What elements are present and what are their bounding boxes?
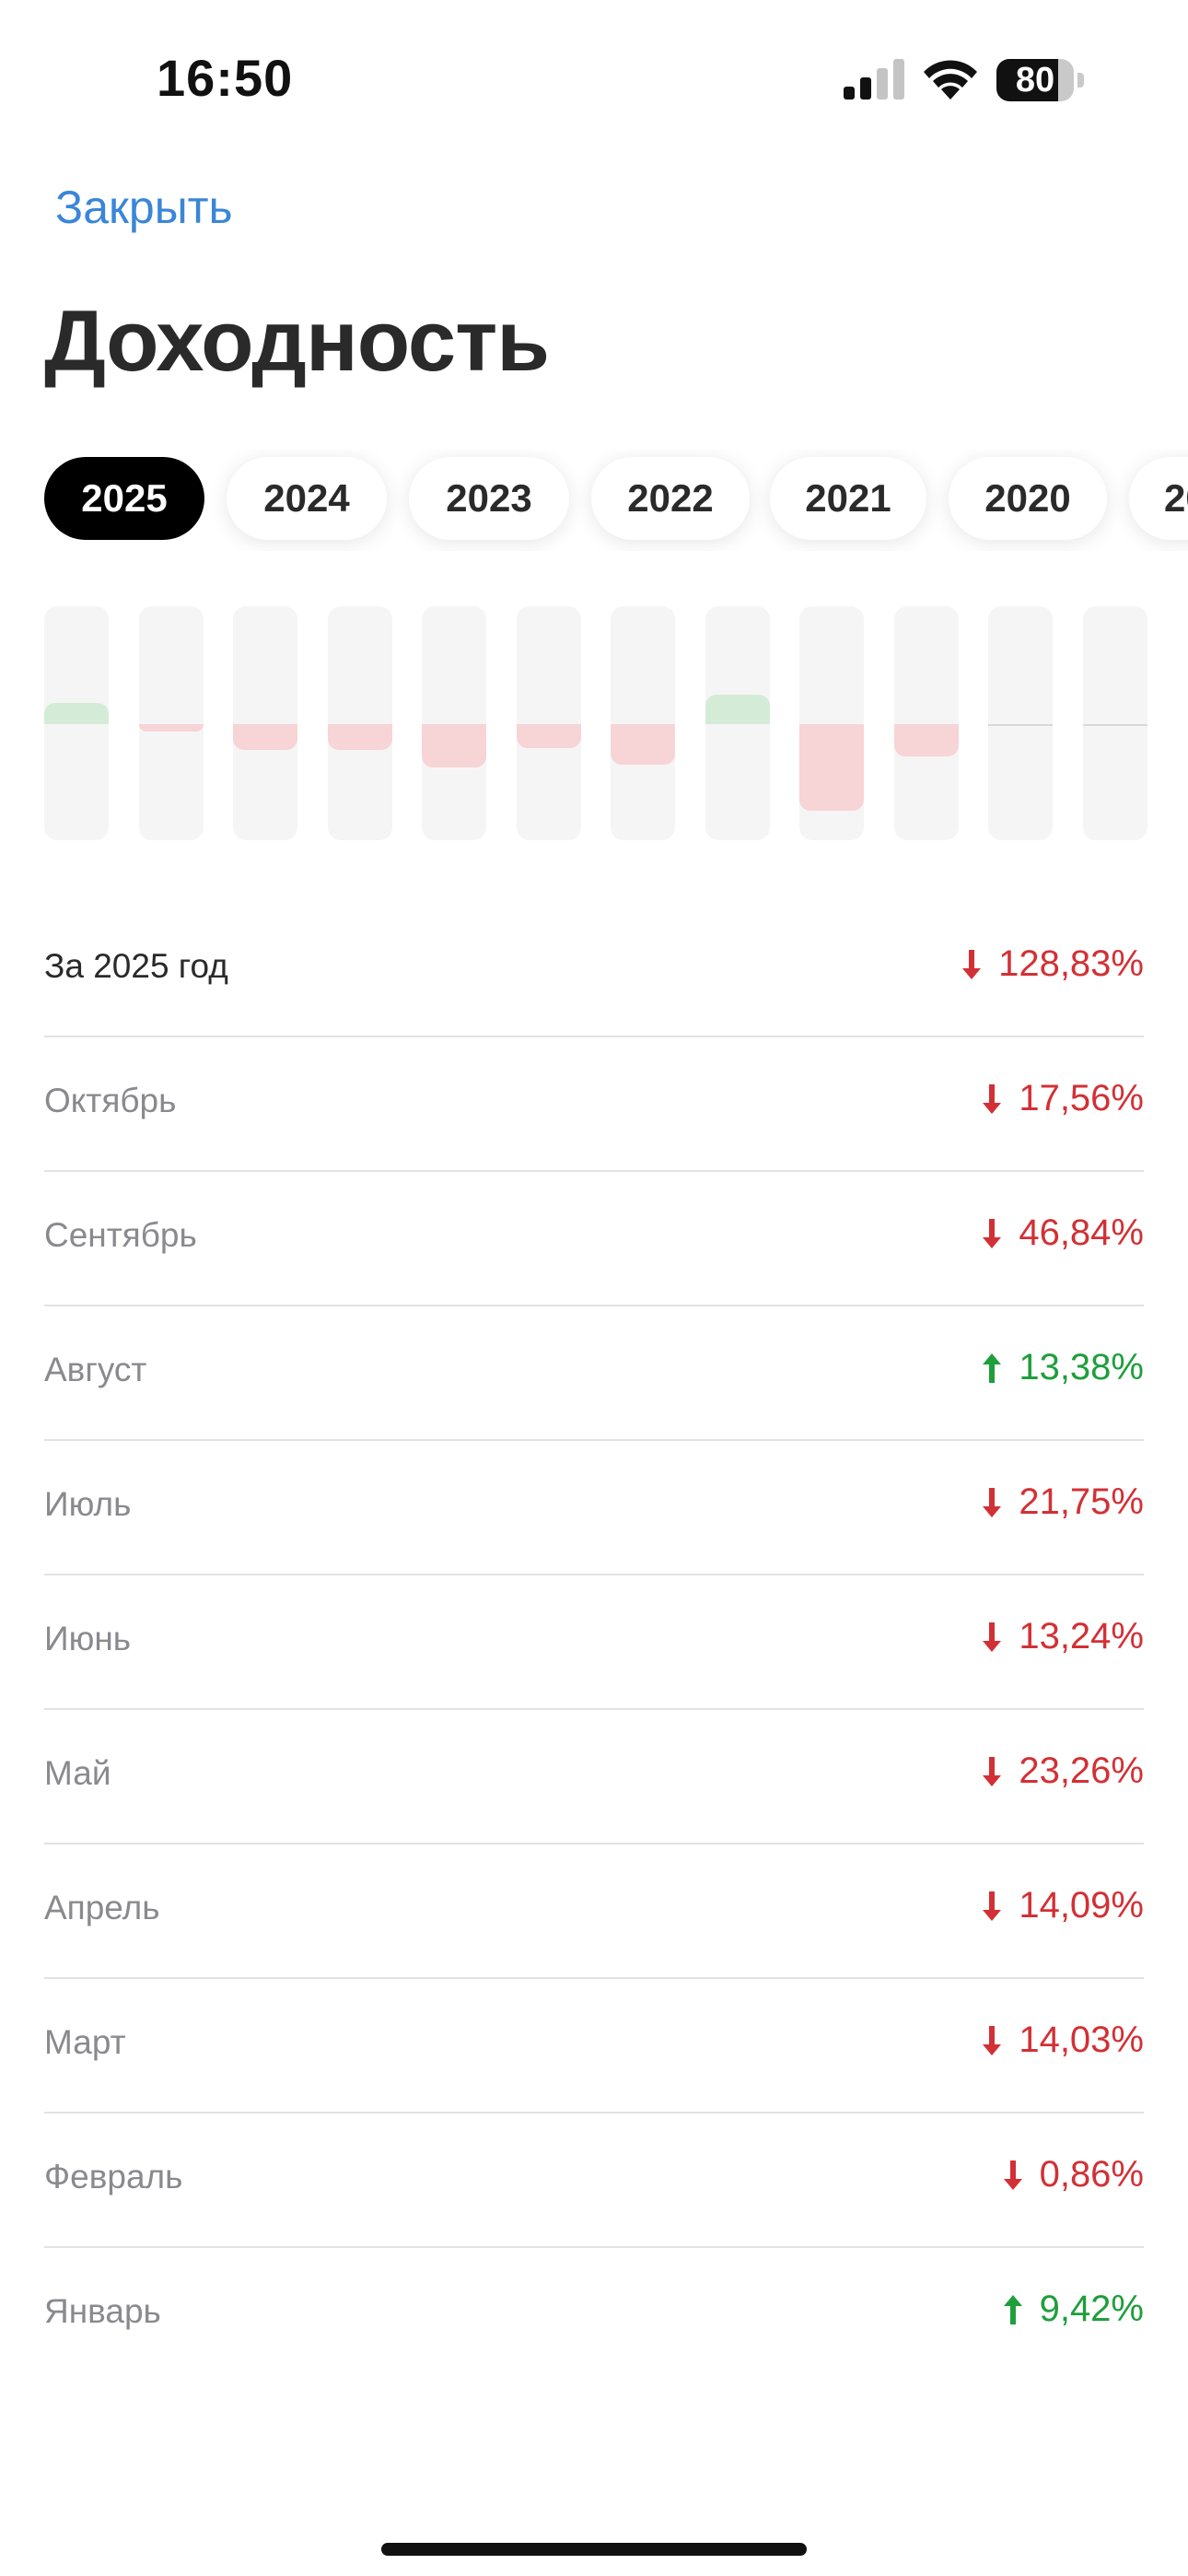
month-row: Апрель 14,09% [44,1844,1144,1979]
month-return: 0,86% [1003,2154,1144,2195]
month-return: 23,26% [982,1751,1144,1792]
month-return: 14,03% [982,2020,1144,2061]
month-label: Июль [44,1485,132,1523]
returns-list: За 2025 год 128,83% Октябрь 17,56% Сентябр… [44,903,1144,2381]
month-return-text: 14,03% [1019,2020,1144,2060]
page-title: Доходность [44,292,550,389]
bar-positive [705,694,770,724]
bar-track [327,606,392,840]
month-row: Март 14,03% [44,1979,1144,2113]
month-return: 21,75% [982,1481,1144,1523]
bar-track [988,606,1053,840]
month-return-text: 46,84% [1019,1212,1144,1253]
bar-negative [422,724,486,767]
bar-track [516,606,581,840]
month-return-text: 14,09% [1019,1885,1144,1926]
bar-positive [44,703,109,724]
month-label: Октябрь [44,1082,177,1119]
bar-track [705,606,770,840]
month-return: 17,56% [982,1078,1144,1119]
arrow-down-icon [983,1218,1002,1248]
month-row: Май 23,26% [44,1710,1144,1844]
bar-negative [516,724,581,749]
bar-negative [799,724,864,811]
bar-track [422,606,486,840]
month-row: Январь 9,42% [44,2248,1144,2381]
bar-negative [138,724,204,732]
bar-track [233,606,297,840]
year-tab-2022[interactable]: 2022 [591,457,750,540]
month-return: 14,09% [982,1885,1144,1926]
month-return: 9,42% [1003,2289,1144,2330]
month-return: 46,84% [982,1212,1144,1254]
month-return-text: 13,38% [1019,1347,1144,1388]
monthly-returns-bars [0,606,1188,842]
battery-icon: 80 [996,59,1085,101]
arrow-down-icon [983,2025,1002,2055]
month-return-text: 23,26% [1019,1751,1144,1791]
month-label: Август [44,1351,147,1388]
arrow-up-icon [1003,2294,1022,2324]
month-return-text: 9,42% [1039,2289,1144,2329]
month-return: 13,24% [982,1616,1144,1657]
month-return-text: 13,24% [1019,1616,1144,1657]
bar-track [138,606,204,840]
year-tab-2024[interactable]: 2024 [227,457,387,540]
arrow-up-icon [983,1352,1002,1383]
month-row: Февраль 0,86% [44,2113,1144,2248]
month-label: Февраль [44,2158,183,2195]
year-tab-2021[interactable]: 2021 [770,457,926,540]
bar-track [44,606,109,840]
arrow-down-icon [983,1891,1002,1921]
month-return: 13,38% [982,1347,1144,1388]
month-row: Июнь 13,24% [44,1575,1144,1710]
month-label: Январь [44,2292,161,2330]
battery-level: 80 [1015,61,1055,100]
status-time: 16:50 [157,49,294,107]
month-row: Август 13,38% [44,1306,1144,1441]
arrow-down-icon [983,1083,1002,1114]
bar-track [893,606,959,840]
month-return-text: 17,56% [1019,1078,1144,1118]
summary-row: За 2025 год 128,83% [44,903,1144,1037]
bar-track [611,606,675,840]
month-return-text: 0,86% [1039,2154,1144,2195]
year-tabs: 2025 2024 2023 2022 2021 2020 20 [0,450,1188,551]
arrow-down-icon [983,1622,1002,1652]
arrow-down-icon [983,1756,1002,1786]
month-row: Июль 21,75% [44,1441,1144,1575]
month-label: Март [44,2023,126,2061]
month-label: Май [44,1754,111,1792]
month-label: Июнь [44,1620,132,1657]
arrow-down-icon [983,1487,1002,1517]
bar-zero [988,724,1053,726]
wifi-icon [924,60,977,100]
month-label: Сентябрь [44,1216,197,1254]
bar-zero [1082,724,1147,726]
close-button[interactable]: Закрыть [55,181,233,234]
year-tab-2020[interactable]: 2020 [949,457,1107,540]
bar-negative [233,724,297,751]
month-label: Апрель [44,1889,160,1926]
year-tab-2019[interactable]: 20 [1129,457,1188,540]
month-row: Октябрь 17,56% [44,1037,1144,1172]
bar-track [1082,606,1147,840]
bar-negative [611,724,675,765]
arrow-down-icon [1003,2160,1022,2190]
summary-label: За 2025 год [44,947,228,985]
cellular-signal-icon [844,59,904,100]
year-tab-2025[interactable]: 2025 [44,457,204,540]
bar-track [799,606,864,840]
summary-value: 128,83% [961,943,1144,985]
bar-negative [893,724,959,757]
month-row: Сентябрь 46,84% [44,1172,1144,1306]
year-tab-2023[interactable]: 2023 [409,457,569,540]
bar-negative [327,724,392,751]
summary-value-text: 128,83% [998,943,1144,984]
home-indicator [381,2543,807,2556]
month-return-text: 21,75% [1019,1481,1144,1522]
arrow-down-icon [962,949,982,979]
